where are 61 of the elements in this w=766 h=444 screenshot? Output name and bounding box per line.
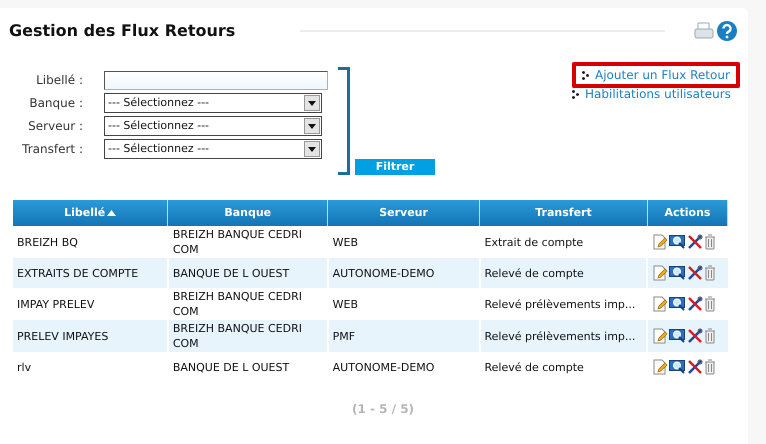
- field-label: Libellé :: [35, 72, 83, 89]
- filter-button[interactable]: Filtrer: [355, 159, 435, 175]
- dropdown[interactable]: --- Sélectionnez ---: [104, 139, 322, 159]
- dropdown[interactable]: --- Sélectionnez ---: [104, 116, 322, 136]
- tools-icon[interactable]: [687, 234, 704, 250]
- table-cell: BREIZH BANQUE CEDRI COM: [172, 322, 302, 350]
- table-cell: BREIZH BANQUE CEDRI COM: [172, 228, 302, 256]
- table-cell: rlv: [17, 360, 32, 374]
- trash-icon[interactable]: [704, 234, 716, 250]
- search-icon[interactable]: [669, 234, 686, 250]
- column-header[interactable]: Serveur: [328, 200, 480, 226]
- help-icon[interactable]: [716, 20, 738, 42]
- tools-icon[interactable]: [687, 296, 704, 312]
- search-icon[interactable]: [669, 359, 686, 375]
- trash-icon[interactable]: [704, 359, 716, 375]
- trash-icon[interactable]: [704, 296, 716, 312]
- column-header[interactable]: Libellé: [13, 200, 168, 226]
- table-cell: IMPAY PRELEV: [17, 298, 94, 310]
- pagination-text: (1 - 5 / 5): [352, 401, 414, 418]
- edit-icon[interactable]: [652, 359, 668, 375]
- table-cell: PRELEV IMPAYES: [17, 330, 108, 342]
- bullet-icon: [572, 90, 579, 98]
- edit-icon[interactable]: [652, 328, 668, 344]
- bullet-icon: [582, 70, 589, 80]
- table-cell: Relevé de compte: [484, 266, 584, 280]
- search-icon[interactable]: [669, 328, 686, 344]
- table-cell: AUTONOME-DEMO: [332, 360, 434, 374]
- tools-icon[interactable]: [687, 359, 704, 375]
- edit-icon[interactable]: [652, 296, 668, 312]
- table-cell: PMF: [332, 330, 356, 342]
- page-title: Gestion des Flux Retours: [9, 20, 236, 42]
- table-cell: Relevé de compte: [484, 360, 584, 374]
- table-cell: BANQUE DE L OUEST: [172, 360, 290, 374]
- column-header[interactable]: Transfert: [480, 200, 648, 226]
- link[interactable]: Ajouter un Flux Retour: [572, 62, 740, 88]
- column-header[interactable]: Actions: [647, 200, 728, 226]
- trash-icon[interactable]: [704, 328, 716, 344]
- text-input[interactable]: [104, 70, 328, 90]
- field-label: Transfert :: [21, 141, 83, 158]
- edit-icon[interactable]: [652, 265, 668, 281]
- table-cell: BREIZH BQ: [17, 236, 78, 248]
- trash-icon[interactable]: [704, 265, 716, 281]
- dropdown[interactable]: --- Sélectionnez ---: [104, 93, 322, 113]
- tools-icon[interactable]: [687, 265, 704, 281]
- table-cell: Relevé prélèvements imp...: [484, 298, 636, 310]
- table-cell: BREIZH BANQUE CEDRI COM: [172, 290, 302, 318]
- field-label: Banque :: [28, 95, 83, 112]
- tools-icon[interactable]: [687, 328, 704, 344]
- link[interactable]: Habilitations utilisateurs: [572, 85, 731, 103]
- field-label: Serveur :: [27, 118, 83, 135]
- table-cell: AUTONOME-DEMO: [332, 266, 434, 280]
- edit-icon[interactable]: [652, 234, 668, 250]
- column-header[interactable]: Banque: [168, 200, 328, 226]
- table-cell: Extrait de compte: [484, 236, 584, 248]
- search-icon[interactable]: [669, 296, 686, 312]
- table-cell: WEB: [332, 298, 358, 310]
- table-cell: WEB: [332, 236, 358, 248]
- table-cell: EXTRAITS DE COMPTE: [17, 266, 138, 280]
- table-cell: BANQUE DE L OUEST: [172, 266, 290, 280]
- search-icon[interactable]: [669, 265, 686, 281]
- table-cell: Relevé prélèvements imp...: [484, 330, 636, 342]
